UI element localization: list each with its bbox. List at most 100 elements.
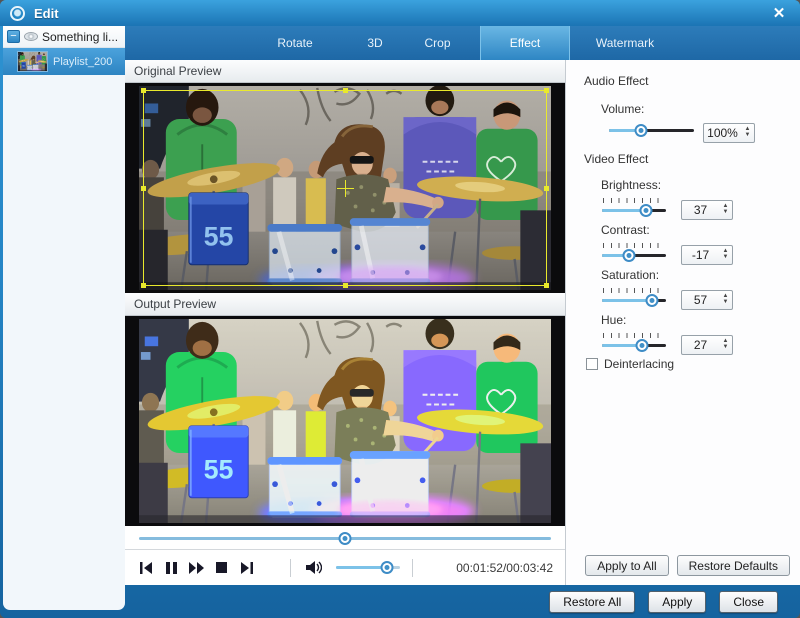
apply-to-all-button[interactable]: Apply to All — [585, 555, 668, 576]
tree-group-label: Something li... — [42, 30, 118, 44]
collapse-icon[interactable]: − — [7, 30, 20, 43]
skip-start-button[interactable] — [135, 560, 157, 576]
contrast-spinbox[interactable]: -17 ▲▼ — [681, 245, 733, 265]
contrast-value: -17 — [682, 248, 719, 262]
audio-volume-slider[interactable] — [609, 124, 694, 137]
crop-handle-ne[interactable] — [544, 88, 549, 93]
app-icon — [10, 6, 25, 21]
footer-bar: Restore All Apply Close — [0, 585, 800, 618]
contrast-handle[interactable] — [622, 249, 635, 262]
crop-handle-w[interactable] — [141, 186, 146, 191]
speaker-icon — [306, 561, 322, 574]
volume-handle[interactable] — [381, 561, 394, 574]
spinner-arrows-icon[interactable]: ▲▼ — [719, 339, 732, 351]
tree-item-label: Playlist_200 — [53, 56, 112, 68]
fast-forward-button[interactable] — [185, 560, 207, 576]
pause-icon — [166, 562, 177, 574]
contrast-slider[interactable] — [602, 243, 666, 262]
original-video — [139, 86, 551, 290]
crop-handle-s[interactable] — [343, 283, 348, 288]
crop-handle-nw[interactable] — [141, 88, 146, 93]
skip-end-icon — [240, 562, 253, 574]
crop-handle-sw[interactable] — [141, 283, 146, 288]
panel-buttons: Apply to All Restore Defaults — [585, 555, 790, 576]
contrast-label: Contrast: — [601, 223, 650, 237]
tab-rotate[interactable]: Rotate — [245, 26, 345, 60]
seek-row — [125, 526, 565, 550]
spinner-arrows-icon[interactable]: ▲▼ — [741, 127, 754, 139]
slider-ticks — [603, 198, 665, 203]
saturation-label: Saturation: — [601, 268, 659, 282]
tabbar: Rotate 3D Crop Effect Watermark — [125, 26, 800, 60]
original-preview-area — [125, 83, 565, 293]
stop-icon — [216, 562, 227, 573]
spinner-arrows-icon[interactable]: ▲▼ — [719, 249, 732, 261]
brightness-slider[interactable] — [602, 198, 666, 217]
tree-group-row[interactable]: − Something li... — [3, 26, 125, 48]
brightness-label: Brightness: — [601, 178, 661, 192]
tree-item-playlist[interactable]: Playlist_200 — [3, 48, 125, 75]
tab-crop[interactable]: Crop — [405, 26, 470, 60]
pause-button[interactable] — [160, 560, 182, 576]
sidebar: − Something li... Playlist_200 — [3, 26, 125, 610]
stop-button[interactable] — [210, 560, 232, 576]
seek-slider[interactable] — [139, 532, 551, 545]
output-video — [139, 319, 551, 523]
brightness-handle[interactable] — [639, 204, 652, 217]
audio-volume-handle[interactable] — [635, 124, 648, 137]
slider-ticks — [603, 333, 665, 338]
content: Original Preview — [125, 60, 800, 585]
playback-volume-slider[interactable] — [336, 561, 400, 574]
mute-button[interactable] — [303, 560, 325, 576]
output-preview-header: Output Preview — [125, 293, 565, 316]
transport-bar: 00:01:52/00:03:42 — [125, 550, 565, 585]
crop-handle-se[interactable] — [544, 283, 549, 288]
time-display: 00:01:52/00:03:42 — [456, 561, 555, 575]
saturation-spinbox[interactable]: 57 ▲▼ — [681, 290, 733, 310]
hue-slider[interactable] — [602, 333, 666, 352]
crop-region[interactable] — [143, 90, 547, 286]
volume-spinbox[interactable]: 100% ▲▼ — [703, 123, 755, 143]
close-button[interactable]: Close — [719, 591, 778, 613]
crop-crosshair-icon — [337, 188, 354, 189]
original-preview-header: Original Preview — [125, 60, 565, 83]
hue-label: Hue: — [601, 313, 626, 327]
deinterlacing-checkbox[interactable] — [586, 358, 598, 370]
close-icon[interactable]: ✕ — [768, 4, 790, 22]
slider-ticks — [603, 288, 665, 293]
tab-3d[interactable]: 3D — [345, 26, 405, 60]
main-panel: Rotate 3D Crop Effect Watermark Original… — [125, 26, 800, 585]
seek-handle[interactable] — [339, 532, 352, 545]
spinner-arrows-icon[interactable]: ▲▼ — [719, 294, 732, 306]
restore-all-button[interactable]: Restore All — [549, 591, 635, 613]
slider-ticks — [603, 243, 665, 248]
crop-crosshair-icon — [345, 180, 346, 197]
separator — [290, 559, 291, 577]
hue-spinbox[interactable]: 27 ▲▼ — [681, 335, 733, 355]
tab-watermark[interactable]: Watermark — [570, 26, 680, 60]
hue-handle[interactable] — [636, 339, 649, 352]
saturation-handle[interactable] — [645, 294, 658, 307]
brightness-spinbox[interactable]: 37 ▲▼ — [681, 200, 733, 220]
output-preview-area — [125, 316, 565, 526]
brightness-value: 37 — [682, 203, 719, 217]
effect-panel: Audio Effect Volume: 100% ▲▼ Video Effec… — [565, 60, 800, 585]
titlebar: Edit ✕ — [0, 0, 800, 26]
hue-value: 27 — [682, 338, 719, 352]
dialog-title: Edit — [34, 6, 59, 21]
saturation-slider[interactable] — [602, 288, 666, 307]
crop-handle-n[interactable] — [343, 88, 348, 93]
crop-handle-e[interactable] — [544, 186, 549, 191]
video-effect-heading: Video Effect — [584, 152, 648, 166]
fast-forward-icon — [189, 562, 204, 574]
skip-start-icon — [140, 562, 153, 574]
skip-end-button[interactable] — [235, 560, 257, 576]
separator — [412, 559, 413, 577]
spinner-arrows-icon[interactable]: ▲▼ — [719, 204, 732, 216]
apply-button[interactable]: Apply — [648, 591, 706, 613]
video-thumbnail — [17, 51, 48, 72]
tab-effect[interactable]: Effect — [480, 26, 570, 60]
restore-defaults-button[interactable]: Restore Defaults — [677, 555, 790, 576]
deinterlacing-label: Deinterlacing — [604, 357, 674, 371]
volume-label: Volume: — [601, 102, 644, 116]
